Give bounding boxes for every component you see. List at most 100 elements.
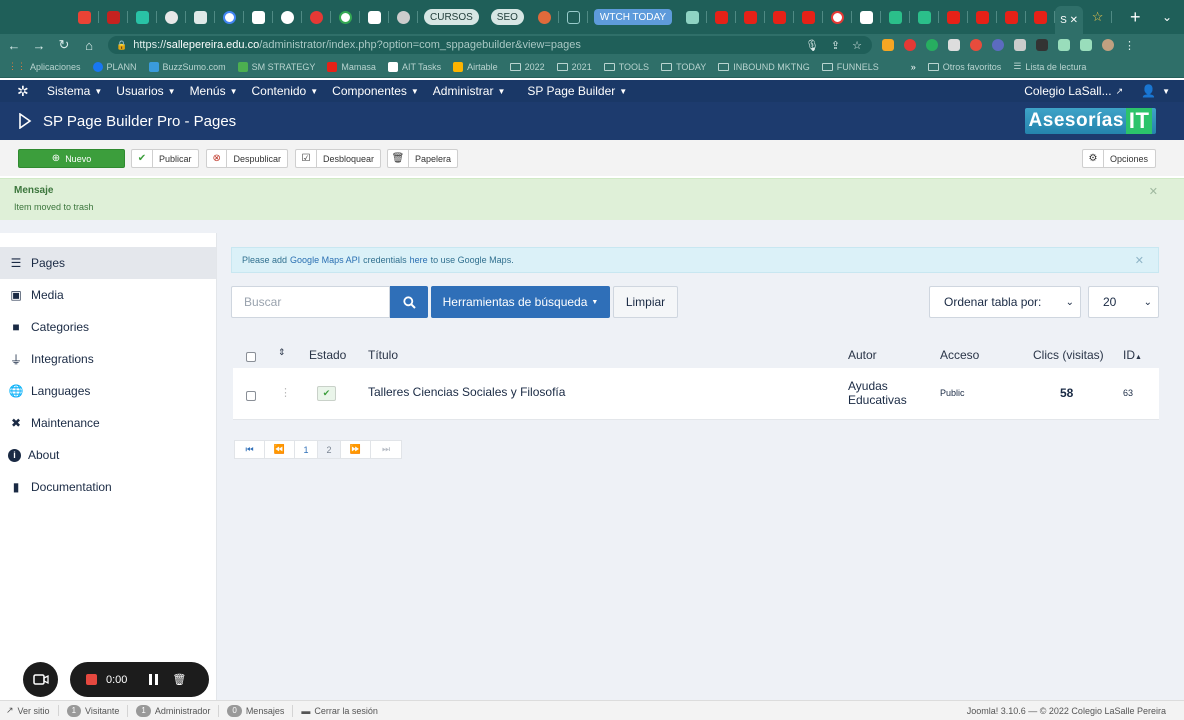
extension-icon[interactable]: [992, 38, 1004, 51]
header-status[interactable]: Estado: [309, 348, 346, 362]
stop-record-button[interactable]: [86, 674, 97, 685]
search-input[interactable]: Buscar: [231, 286, 390, 318]
options-button[interactable]: ⚙ Opciones: [1082, 149, 1156, 168]
view-site-link[interactable]: ↗ Ver sitio: [6, 705, 59, 716]
search-button[interactable]: [390, 286, 428, 318]
forward-icon[interactable]: →: [28, 38, 50, 53]
bookmark-folder[interactable]: 2021: [556, 62, 592, 72]
sidebar-item-categories[interactable]: ■ Categories: [0, 311, 216, 343]
sidebar-item-integrations[interactable]: ⏚ Integrations: [0, 343, 216, 375]
bookmark-item[interactable]: SM STRATEGY: [237, 61, 315, 72]
back-icon[interactable]: ←: [3, 38, 25, 53]
header-author[interactable]: Autor: [848, 348, 877, 362]
prev-page-icon[interactable]: ⏪: [265, 441, 295, 458]
extension-icon[interactable]: [970, 38, 982, 51]
tab-active[interactable]: S ✕: [1055, 6, 1084, 34]
avatar[interactable]: [1102, 38, 1114, 51]
reading-list[interactable]: ☰ Lista de lectura: [1013, 61, 1086, 72]
tab-youtube[interactable]: [765, 0, 795, 34]
bookmark-item[interactable]: BuzzSumo.com: [148, 61, 226, 72]
published-status-toggle[interactable]: ✔: [317, 386, 336, 401]
mic-icon[interactable]: 🎙: [805, 39, 819, 52]
bookmark-item[interactable]: Airtable: [453, 61, 498, 72]
tab-google[interactable]: [215, 0, 244, 34]
sidebar-item-about[interactable]: i About: [0, 439, 216, 471]
camera-icon[interactable]: [948, 38, 960, 51]
logout-link[interactable]: ▬ Cerrar la sesión: [301, 706, 386, 716]
url-field[interactable]: 🔒 https://sallepereira.edu.co/administra…: [108, 36, 872, 54]
bookmark-folder[interactable]: TODAY: [661, 62, 706, 72]
tab-site[interactable]: [157, 0, 186, 34]
menu-menus[interactable]: Menús ▼: [190, 84, 238, 98]
table-row[interactable]: ⋮ ✔ Talleres Ciencias Sociales y Filosof…: [233, 368, 1159, 420]
select-all-checkbox[interactable]: [246, 352, 256, 362]
puzzle-icon[interactable]: [1058, 38, 1070, 51]
bookmark-item[interactable]: PLANN: [92, 61, 137, 72]
trash-button[interactable]: 🗑 Papelera: [387, 149, 458, 168]
tab-seo[interactable]: SEO: [490, 9, 524, 25]
trash-icon[interactable]: 🗑: [172, 673, 186, 686]
home-icon[interactable]: ⌂: [78, 38, 100, 53]
tab-gmail[interactable]: [70, 0, 99, 34]
tab-watch-today[interactable]: WTCH TODAY: [593, 9, 673, 25]
extension-icon[interactable]: [1014, 38, 1026, 51]
tab-site[interactable]: [530, 0, 559, 34]
close-icon[interactable]: ✕: [1135, 254, 1144, 267]
sidebar-item-pages[interactable]: ☰ Pages: [0, 247, 216, 279]
tab-youtube[interactable]: [939, 0, 969, 34]
sidebar-item-languages[interactable]: 🌐 Languages: [0, 375, 216, 407]
here-link[interactable]: here: [410, 255, 428, 265]
tab-site[interactable]: [128, 0, 157, 34]
reload-icon[interactable]: ↻: [53, 37, 75, 53]
sort-icon[interactable]: ⇕: [278, 347, 286, 358]
camera-toggle-button[interactable]: [23, 662, 58, 697]
publish-button[interactable]: ✔ Publicar: [131, 149, 199, 168]
row-checkbox[interactable]: [246, 391, 256, 401]
bookmark-folder[interactable]: FUNNELS: [821, 62, 879, 72]
tab-youtube[interactable]: [997, 0, 1027, 34]
tab-site[interactable]: [302, 0, 331, 34]
tab-site[interactable]: ☆: [1083, 0, 1113, 34]
tab-site[interactable]: [881, 0, 911, 34]
tab-youtube[interactable]: [707, 0, 737, 34]
bookmark-folder[interactable]: Otros favoritos: [927, 62, 1001, 72]
menu-sp-page-builder[interactable]: SP Page Builder ▼: [527, 84, 627, 98]
sidebar-item-media[interactable]: ▣ Media: [0, 279, 216, 311]
tab-youtube[interactable]: [1026, 0, 1056, 34]
joomla-logo-icon[interactable]: ✲: [17, 84, 31, 98]
tab-site[interactable]: [910, 0, 940, 34]
new-button[interactable]: ⊕ Nuevo: [18, 149, 125, 168]
header-id[interactable]: ID▲: [1123, 348, 1142, 362]
bookmark-folder[interactable]: INBOUND MKTNG: [718, 62, 810, 72]
user-menu[interactable]: 👤 ▼: [1141, 84, 1170, 98]
bookmark-apps[interactable]: ⋮⋮ Aplicaciones: [8, 61, 81, 72]
tab-site[interactable]: [186, 0, 215, 34]
tab-site[interactable]: [559, 0, 588, 34]
header-hits[interactable]: Clics (visitas): [1033, 348, 1104, 362]
site-link[interactable]: Colegio LaSall... ↗: [1024, 84, 1123, 98]
menu-contenido[interactable]: Contenido ▼: [252, 84, 319, 98]
first-page-icon[interactable]: ⏮: [235, 441, 265, 458]
clear-button[interactable]: Limpiar: [613, 286, 678, 318]
order-by-select[interactable]: Ordenar tabla por: ⌄: [929, 286, 1081, 318]
menu-sistema[interactable]: Sistema ▼: [47, 84, 102, 98]
tab-site[interactable]: [389, 0, 418, 34]
messages-link[interactable]: 0 Mensajes: [227, 704, 294, 717]
tab-google[interactable]: [331, 0, 360, 34]
chevron-down-icon[interactable]: ⌄: [1162, 10, 1172, 24]
bookmark-folder[interactable]: 2022: [509, 62, 545, 72]
tab-youtube[interactable]: [968, 0, 998, 34]
tab-youtube[interactable]: [794, 0, 824, 34]
search-tools-button[interactable]: Herramientas de búsqueda ▼: [431, 286, 610, 318]
extension-icon[interactable]: [1036, 38, 1048, 51]
sidebar-item-maintenance[interactable]: ✖ Maintenance: [0, 407, 216, 439]
tab-cursos[interactable]: CURSOS: [424, 9, 479, 25]
share-icon[interactable]: ⇪: [831, 39, 840, 52]
menu-usuarios[interactable]: Usuarios ▼: [116, 84, 175, 98]
close-icon[interactable]: ✕: [1070, 15, 1078, 26]
page-link[interactable]: 1: [295, 441, 318, 458]
tab-site[interactable]: [823, 0, 853, 34]
close-icon[interactable]: ✕: [1149, 185, 1158, 198]
google-maps-api-link[interactable]: Google Maps API: [290, 255, 360, 265]
unlock-button[interactable]: ☑ Desbloquear: [295, 149, 381, 168]
